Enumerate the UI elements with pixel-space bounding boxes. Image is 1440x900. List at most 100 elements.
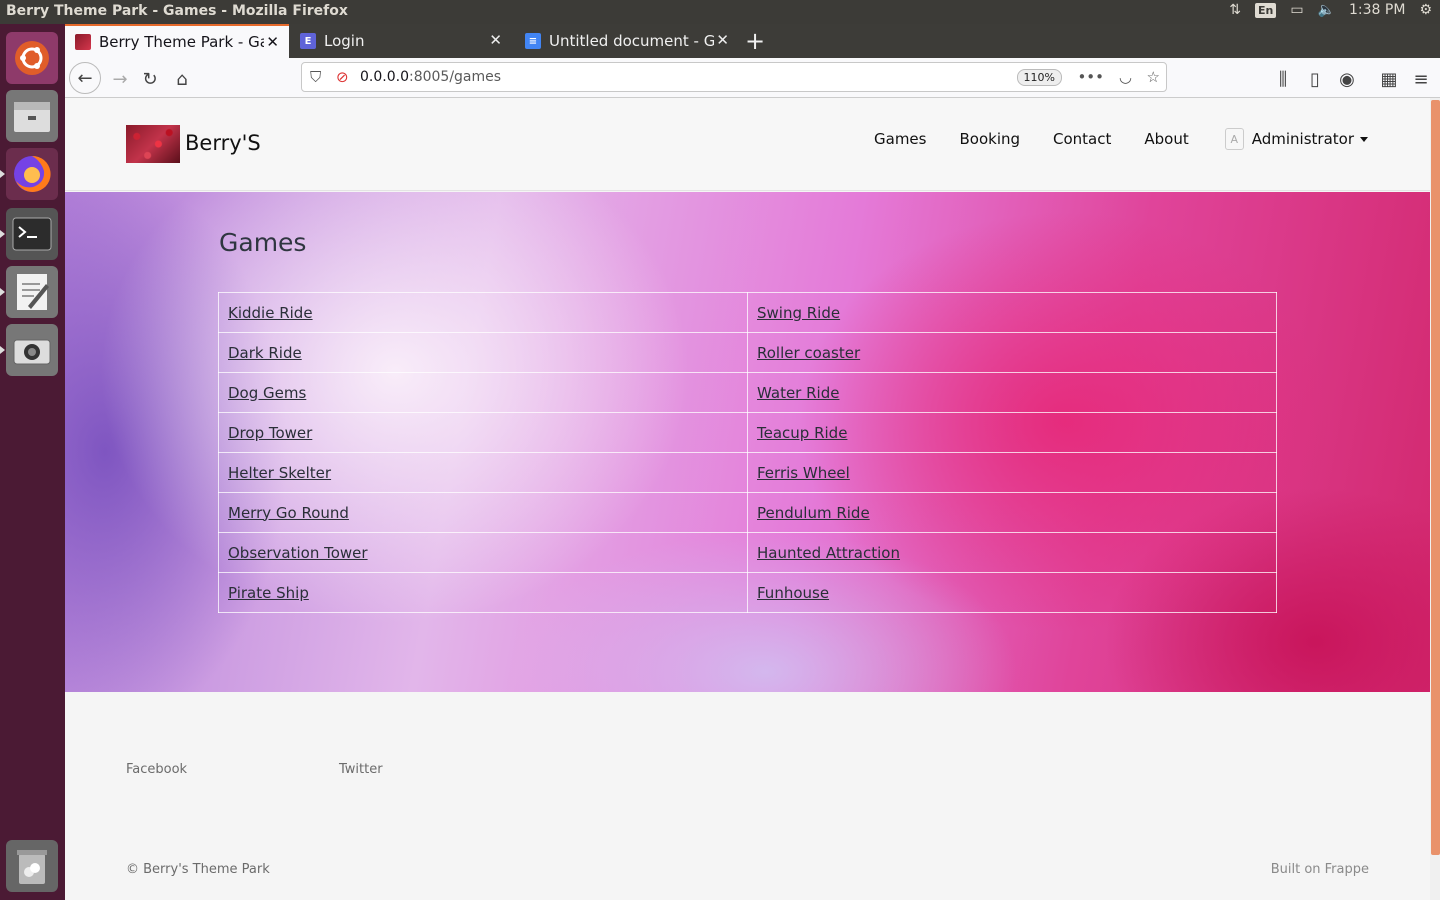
- games-section: Games Kiddie Ride Swing Ride Dark Ride Roll…: [65, 192, 1430, 692]
- page-title: Games: [219, 228, 307, 257]
- table-cell: Swing Ride: [747, 292, 1277, 333]
- trash-icon[interactable]: [6, 840, 58, 892]
- tab-login[interactable]: E Login ✕: [290, 24, 512, 58]
- table-cell: Helter Skelter: [218, 452, 748, 493]
- table-cell: Pirate Ship: [218, 572, 748, 613]
- game-link[interactable]: Water Ride: [757, 384, 839, 402]
- screenshot-camera-icon[interactable]: [6, 324, 58, 376]
- nav-about[interactable]: About: [1144, 130, 1188, 148]
- game-link[interactable]: Teacup Ride: [757, 424, 847, 442]
- tab-label: Untitled document - Google Docs: [549, 32, 714, 50]
- back-arrow-icon[interactable]: ←: [69, 62, 101, 94]
- game-link[interactable]: Observation Tower: [228, 544, 368, 562]
- running-indicator: [0, 288, 5, 296]
- facebook-link[interactable]: Facebook: [126, 762, 339, 777]
- bookmark-star-icon[interactable]: ☆: [1147, 68, 1160, 86]
- game-link[interactable]: Funhouse: [757, 584, 829, 602]
- table-cell: Ferris Wheel: [747, 452, 1277, 493]
- shield-icon[interactable]: ⛉: [310, 68, 321, 86]
- page-actions-menu-icon[interactable]: •••: [1077, 68, 1104, 86]
- game-link[interactable]: Swing Ride: [757, 304, 840, 322]
- clock[interactable]: 1:38 PM: [1349, 2, 1405, 18]
- game-link[interactable]: Ferris Wheel: [757, 464, 850, 482]
- game-link[interactable]: Pendulum Ride: [757, 504, 870, 522]
- game-link[interactable]: Merry Go Round: [228, 504, 349, 522]
- main-nav: Games Booking Contact About A Administra…: [841, 128, 1368, 150]
- running-indicator: [0, 170, 5, 178]
- keyboard-layout-indicator[interactable]: En: [1254, 2, 1277, 18]
- erpnext-favicon-icon: E: [300, 33, 316, 49]
- pocket-icon[interactable]: ◡: [1119, 68, 1132, 86]
- account-icon[interactable]: ◉: [1332, 64, 1362, 94]
- table-row: Observation Tower Haunted Attraction: [218, 532, 1277, 573]
- close-tab-icon[interactable]: ✕: [716, 31, 729, 49]
- game-link[interactable]: Haunted Attraction: [757, 544, 900, 562]
- os-top-panel: Berry Theme Park - Games - Mozilla Firef…: [0, 0, 1440, 24]
- built-on-frappe-link[interactable]: Built on Frappe: [1271, 862, 1369, 877]
- game-link[interactable]: Roller coaster: [757, 344, 860, 362]
- reload-icon[interactable]: ↻: [135, 64, 165, 94]
- close-tab-icon[interactable]: ✕: [489, 31, 502, 49]
- terminal-icon[interactable]: [6, 208, 58, 260]
- tab-label: Berry Theme Park - Games: [99, 33, 264, 51]
- game-link[interactable]: Kiddie Ride: [228, 304, 313, 322]
- game-link[interactable]: Drop Tower: [228, 424, 312, 442]
- nav-games[interactable]: Games: [874, 130, 926, 148]
- table-row: Pirate Ship Funhouse: [218, 572, 1277, 613]
- running-indicator: [0, 230, 5, 238]
- hamburger-menu-icon[interactable]: ≡: [1406, 64, 1436, 94]
- user-avatar[interactable]: A: [1224, 128, 1244, 150]
- settings-gear-icon[interactable]: ⚙: [1419, 2, 1432, 18]
- zoom-level-badge[interactable]: 110%: [1016, 69, 1062, 86]
- battery-icon[interactable]: ▭: [1290, 2, 1303, 18]
- google-docs-favicon-icon: ≡: [525, 33, 541, 49]
- brand-logo[interactable]: [126, 125, 180, 163]
- tab-berry-games[interactable]: Berry Theme Park - Games ✕: [65, 24, 289, 58]
- scrollbar-thumb[interactable]: [1431, 100, 1440, 855]
- table-cell: Dark Ride: [218, 332, 748, 373]
- table-row: Kiddie Ride Swing Ride: [218, 292, 1277, 333]
- game-link[interactable]: Dark Ride: [228, 344, 302, 362]
- sidebar-icon[interactable]: ▯: [1300, 64, 1330, 94]
- url-text[interactable]: 0.0.0.0:8005/games: [360, 69, 501, 85]
- library-icon[interactable]: ⫼: [1268, 64, 1298, 94]
- table-row: Helter Skelter Ferris Wheel: [218, 452, 1277, 493]
- ubuntu-launcher: [0, 24, 65, 900]
- nav-contact[interactable]: Contact: [1053, 130, 1111, 148]
- volume-icon[interactable]: 🔈: [1318, 2, 1335, 18]
- extensions-icon[interactable]: ▦: [1374, 64, 1404, 94]
- home-icon[interactable]: ⌂: [167, 64, 197, 94]
- new-tab-plus-icon[interactable]: +: [745, 27, 765, 55]
- tab-google-docs[interactable]: ≡ Untitled document - Google Docs ✕: [515, 24, 739, 58]
- firefox-icon[interactable]: [6, 148, 58, 200]
- nav-booking[interactable]: Booking: [959, 130, 1020, 148]
- url-bar[interactable]: ⛉ ⊘ 0.0.0.0:8005/games 110% ••• ◡ ☆: [301, 62, 1167, 92]
- window-title: Berry Theme Park - Games - Mozilla Firef…: [6, 3, 348, 19]
- game-link[interactable]: Dog Gems: [228, 384, 306, 402]
- table-cell: Kiddie Ride: [218, 292, 748, 333]
- table-cell: Dog Gems: [218, 372, 748, 413]
- text-editor-icon[interactable]: [6, 266, 58, 318]
- close-tab-icon[interactable]: ✕: [266, 33, 279, 51]
- table-row: Drop Tower Teacup Ride: [218, 412, 1277, 453]
- table-cell: Teacup Ride: [747, 412, 1277, 453]
- network-icon[interactable]: ⇅: [1229, 2, 1241, 18]
- files-icon[interactable]: [6, 90, 58, 142]
- twitter-link[interactable]: Twitter: [339, 762, 552, 777]
- game-link[interactable]: Helter Skelter: [228, 464, 331, 482]
- table-cell: Roller coaster: [747, 332, 1277, 373]
- web-page: Berry'S Games Booking Contact About A Ad…: [65, 98, 1430, 900]
- user-name: Administrator: [1251, 130, 1354, 148]
- browser-nav-bar: ← → ↻ ⌂ ⛉ ⊘ 0.0.0.0:8005/games 110% ••• …: [65, 58, 1440, 98]
- table-cell: Merry Go Round: [218, 492, 748, 533]
- tab-label: Login: [324, 32, 365, 50]
- copyright-text: © Berry's Theme Park: [126, 862, 270, 877]
- browser-tab-bar: Berry Theme Park - Games ✕ E Login ✕ ≡ U…: [65, 24, 1440, 58]
- ubuntu-dash-icon[interactable]: [6, 32, 58, 84]
- game-link[interactable]: Pirate Ship: [228, 584, 309, 602]
- table-cell: Funhouse: [747, 572, 1277, 613]
- insecure-lock-icon[interactable]: ⊘: [336, 68, 349, 86]
- forward-arrow-icon[interactable]: →: [105, 64, 135, 94]
- brand-name[interactable]: Berry'S: [185, 131, 261, 155]
- user-menu[interactable]: Administrator: [1252, 130, 1368, 148]
